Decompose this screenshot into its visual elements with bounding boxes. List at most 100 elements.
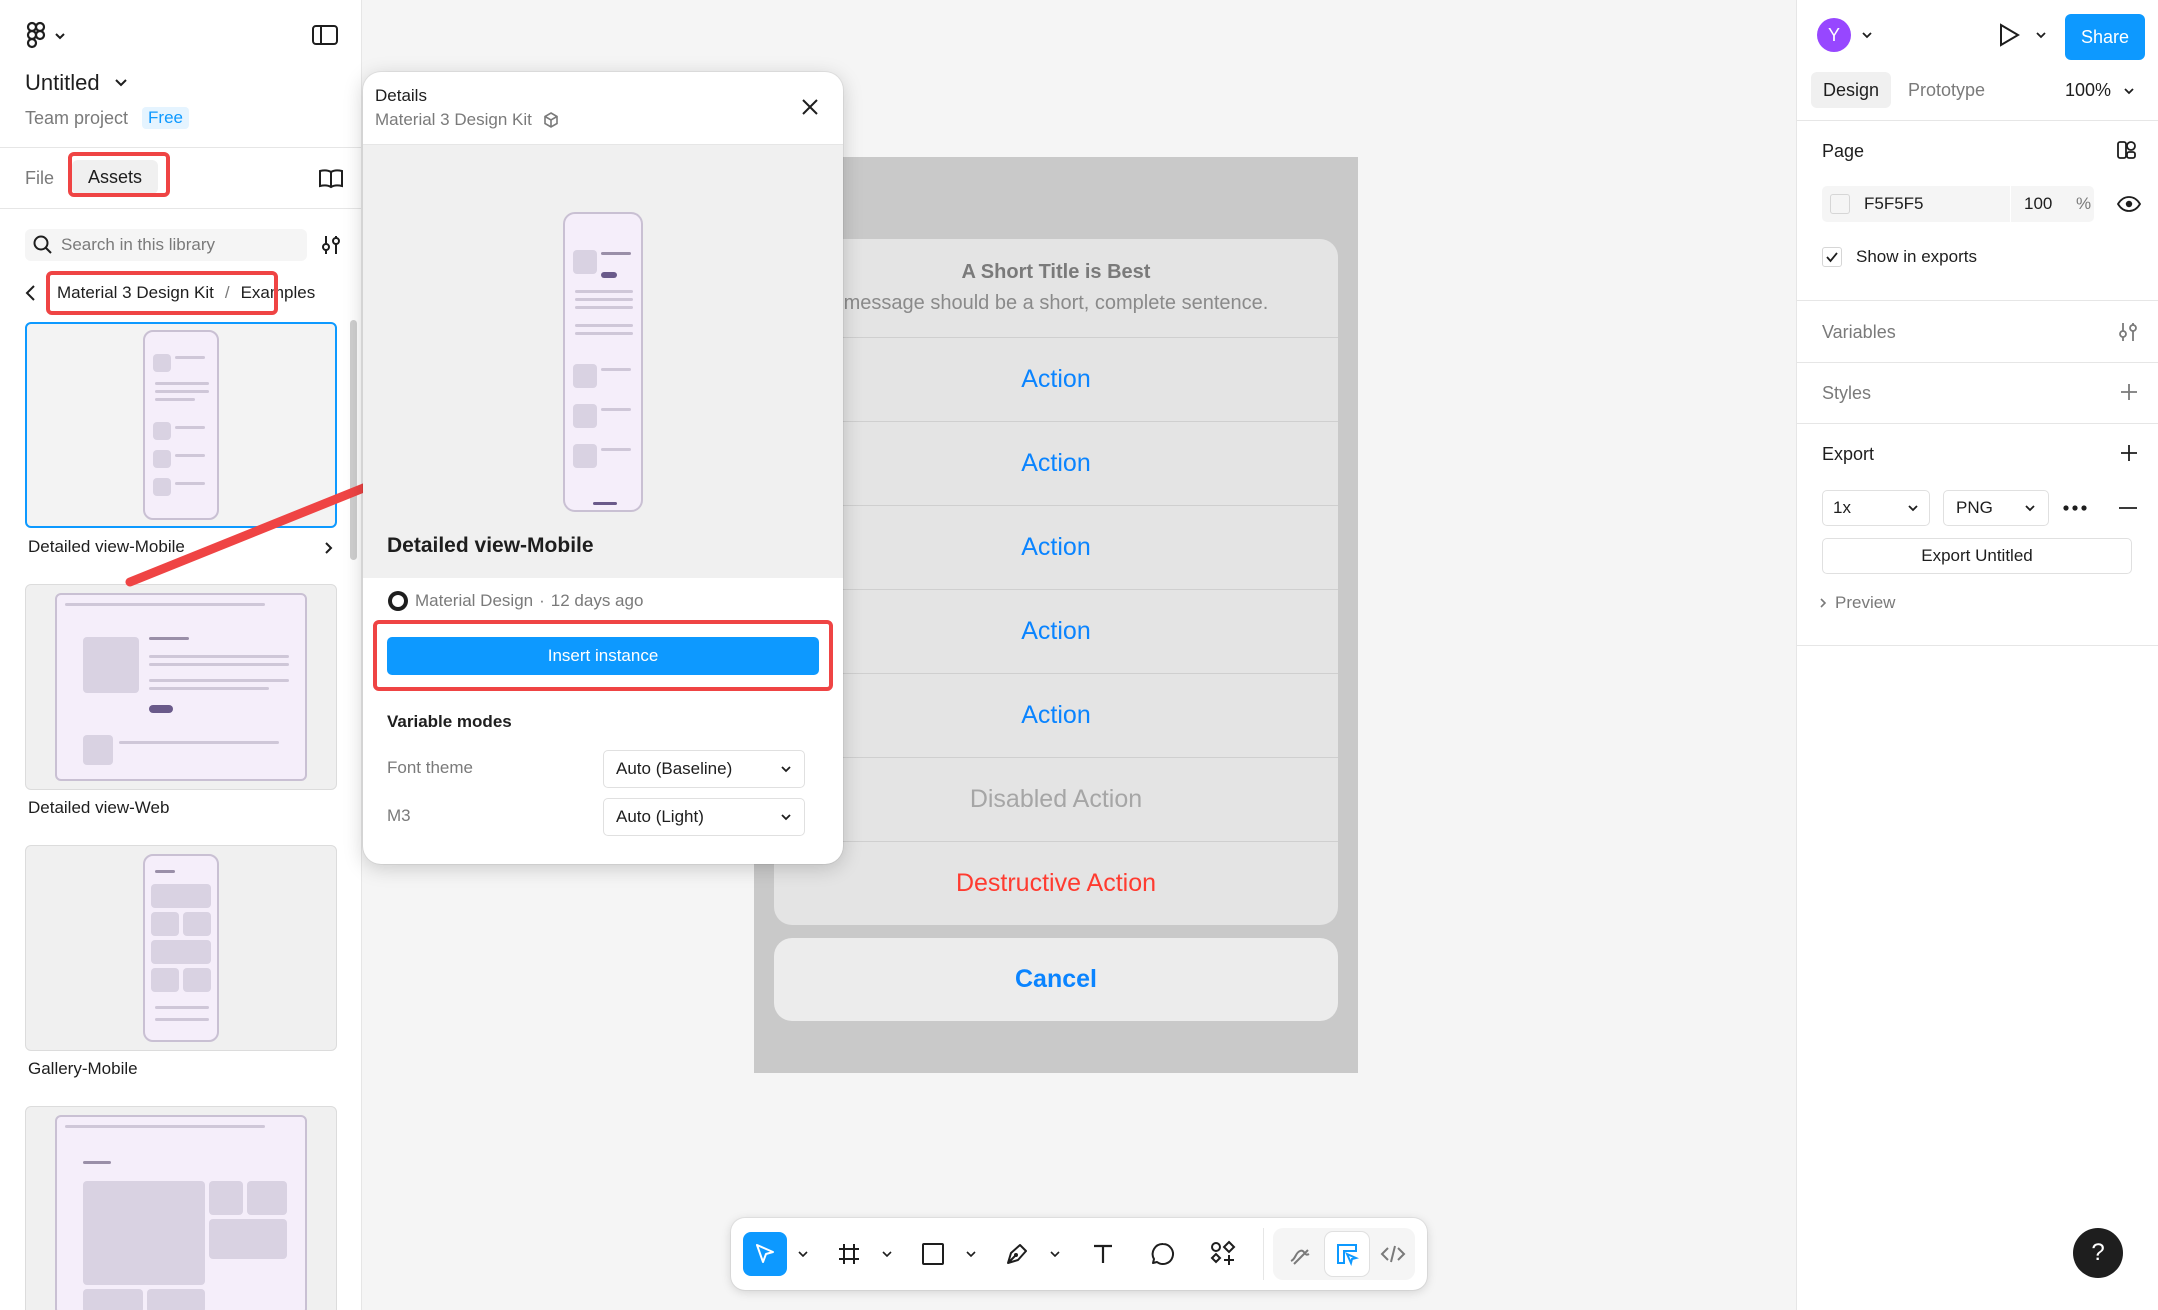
asset-card-detailed-view-web[interactable] [25,584,337,790]
plan-badge[interactable]: Free [142,107,190,129]
pen-icon [1007,1244,1027,1264]
mode-label: M3 [387,806,411,825]
action-button[interactable]: Action [774,673,1338,757]
move-tool-button[interactable] [743,1232,787,1276]
design-mode-icon [1337,1244,1359,1266]
sidebar-toggle-icon[interactable] [310,22,340,48]
preview-toggle[interactable]: Preview [1819,593,1895,613]
mode-value: Auto (Baseline) [616,759,733,778]
component-updated: 12 days ago [550,591,644,610]
add-export-icon[interactable] [2117,441,2141,465]
file-name: Untitled [25,70,100,95]
popup-subheader: Material 3 Design Kit [375,110,532,129]
page-section-title: Page [1822,141,1865,161]
chevron-down-icon [1908,505,1918,512]
sheet-message: message should be a short, complete sent… [843,292,1269,314]
chevron-down-icon [882,1251,892,1257]
popup-header: Details [375,86,427,105]
show-in-exports-checkbox[interactable]: Show in exports [1822,247,1977,267]
asset-thumbnail [143,854,219,1042]
asset-card-gallery-mobile[interactable] [25,845,337,1051]
shape-tool-button[interactable] [911,1232,955,1276]
color-swatch[interactable] [1830,194,1850,214]
main-menu-button[interactable] [24,20,70,50]
chevron-down-icon [781,766,791,773]
text-tool-button[interactable] [1081,1232,1125,1276]
percent-sign: % [2076,194,2092,213]
tab-file[interactable]: File [25,168,54,189]
export-scale-select[interactable]: 1x [1822,490,1930,526]
component-name: Detailed view-Mobile [387,534,594,557]
material-design-avatar-icon [388,591,408,611]
canvas-frame-action-sheet[interactable]: A Short Title is Best message should be … [754,157,1358,1073]
actions-button[interactable] [1201,1232,1245,1276]
chevron-down-icon [1050,1251,1060,1257]
page-color-input[interactable]: F5F5F5 100 % [1822,186,2094,222]
library-component-icon [544,112,558,128]
zoom-menu[interactable]: 100% [2065,80,2135,101]
eye-icon[interactable] [2115,190,2143,218]
add-style-icon[interactable] [2117,380,2141,404]
draw-icon [1290,1249,1310,1265]
asset-thumbnail [55,1115,307,1310]
share-button[interactable]: Share [2065,14,2145,60]
destructive-action-button[interactable]: Destructive Action [774,841,1338,925]
close-icon [802,99,818,115]
remove-export-icon[interactable] [2115,496,2141,520]
rectangle-icon [922,1243,944,1265]
chevron-down-icon [2036,32,2046,39]
more-options-icon[interactable] [2061,494,2089,522]
text-icon [1094,1244,1112,1263]
chevron-down-icon [966,1251,976,1257]
tab-design[interactable]: Design [1811,72,1891,108]
asset-card[interactable] [25,1106,337,1310]
action-button[interactable]: Action [774,421,1338,505]
shape-tool-menu[interactable] [961,1242,981,1266]
pen-tool-menu[interactable] [1045,1242,1065,1266]
user-menu[interactable]: Y [1817,18,1873,52]
details-popup: Details Material 3 Design Kit Detailed v… [363,72,843,864]
m3-mode-select[interactable]: Auto (Light) [603,798,805,836]
font-theme-select[interactable]: Auto (Baseline) [603,750,805,788]
variable-modes-icon[interactable] [2113,136,2141,164]
close-button[interactable] [795,92,825,122]
asset-thumbnail [55,593,307,781]
pen-tool-button[interactable] [995,1232,1039,1276]
component-author: Material Design [415,591,534,610]
export-button[interactable]: Export Untitled [1822,538,2132,574]
bottom-toolbar [731,1218,1427,1290]
help-button[interactable]: ? [2073,1228,2123,1278]
checkbox[interactable] [1822,247,1842,267]
file-name-menu[interactable]: Untitled [25,70,128,96]
tab-prototype[interactable]: Prototype [1908,80,1985,101]
chevron-down-icon [2124,87,2134,94]
back-icon[interactable] [20,282,40,304]
export-format-select[interactable]: PNG [1943,490,2049,526]
highlight-box [46,271,278,315]
meta-separator: · [539,591,545,610]
move-tool-menu[interactable] [793,1242,813,1266]
chevron-down-icon [55,33,65,40]
design-mode-button[interactable] [1325,1232,1369,1276]
frame-tool-menu[interactable] [877,1242,897,1266]
present-button[interactable] [1997,22,2047,48]
code-icon [1380,1245,1406,1263]
action-button[interactable]: Action [774,505,1338,589]
highlight-box [373,620,833,691]
action-button[interactable]: Action [774,337,1338,421]
comment-tool-button[interactable] [1141,1232,1185,1276]
project-name[interactable]: Team project [25,108,128,129]
variables-settings-icon[interactable] [2115,318,2141,346]
chevron-down-icon [2025,505,2035,512]
zoom-level: 100% [2065,80,2112,100]
page-opacity[interactable]: 100 [2024,194,2052,214]
draw-mode-button[interactable] [1279,1232,1323,1276]
frame-tool-button[interactable] [827,1232,871,1276]
filter-icon[interactable] [318,232,344,258]
variables-section-title: Variables [1822,322,1896,342]
dev-mode-button[interactable] [1371,1232,1415,1276]
cancel-button[interactable]: Cancel [774,938,1338,1021]
action-button[interactable]: Action [774,589,1338,673]
search-input[interactable]: Search in this library [25,229,307,261]
library-icon[interactable] [316,164,346,192]
